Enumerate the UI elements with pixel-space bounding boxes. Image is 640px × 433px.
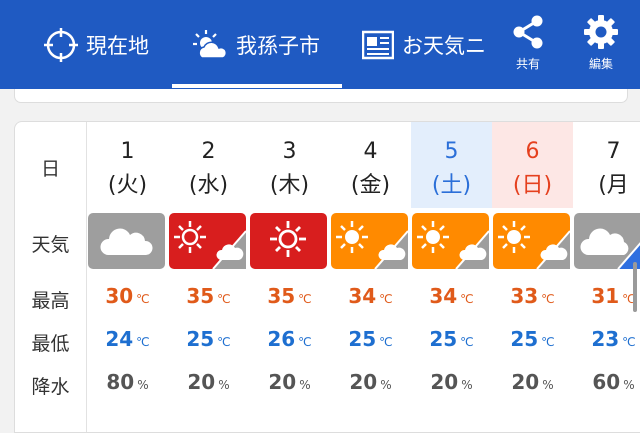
cloudy-rain-icon (574, 213, 640, 270)
high-temp: 35 ℃ (267, 284, 312, 308)
low-temp: 24 ℃ (105, 327, 150, 351)
day-column[interactable]: 4 (金) 34 ℃ 25 ℃ 20% (330, 122, 411, 432)
day-number: 3 (282, 139, 297, 164)
day-weekday: (金) (350, 173, 391, 198)
high-temp: 35 ℃ (186, 284, 231, 308)
precip-chance: 60% (592, 370, 635, 394)
precip-row-label: 降水 (31, 376, 70, 398)
high-row-label: 最高 (31, 290, 70, 312)
scrollbar-thumb[interactable] (633, 262, 637, 312)
low-temp: 25 ℃ (429, 327, 474, 351)
crosshair-icon (44, 27, 78, 62)
news-icon (362, 30, 394, 59)
row-labels: 日 天気 最高 最低 降水 (15, 122, 87, 432)
day-number: 4 (363, 139, 378, 164)
day-number: 5 (444, 139, 459, 164)
low-temp: 23 ℃ (591, 327, 636, 351)
day-weekday: (月 (598, 173, 629, 198)
precip-chance: 80% (106, 370, 149, 394)
day-weekday: (日) (512, 173, 553, 198)
app-header: 現在地 我孫子市 お天気ニ 共有 編集 (0, 0, 640, 89)
low-temp: 25 ℃ (510, 327, 555, 351)
tab-abiko[interactable]: 我孫子市 (192, 0, 320, 89)
edit-button[interactable]: 編集 (576, 14, 626, 72)
precip-chance: 20% (187, 370, 230, 394)
sunny-cloudy-icon (331, 213, 409, 270)
edit-label: 編集 (588, 57, 613, 71)
sunny-cloudy-hot-icon (169, 213, 247, 270)
precip-chance: 20% (349, 370, 392, 394)
precip-chance: 20% (430, 370, 473, 394)
sunny-cloudy-icon (412, 213, 490, 270)
day-column-saturday[interactable]: 5 (土) 34 ℃ 25 ℃ 20% (411, 122, 492, 432)
cloudy-icon (88, 213, 165, 269)
weather-row-label: 天気 (31, 234, 70, 256)
day-weekday: (火) (107, 173, 148, 198)
high-temp: 31 ℃ (591, 284, 636, 308)
day-column[interactable]: 3 (木) 35 ℃ 26 ℃ 20% (249, 122, 330, 432)
high-temp: 34 ℃ (348, 284, 393, 308)
tab-label: 現在地 (86, 33, 149, 58)
low-temp: 26 ℃ (267, 327, 312, 351)
day-number: 7 (606, 139, 621, 164)
day-weekday: (水) (188, 173, 229, 198)
share-button[interactable]: 共有 (503, 14, 553, 72)
high-temp: 34 ℃ (429, 284, 474, 308)
high-temp: 30 ℃ (105, 284, 150, 308)
day-column[interactable]: 1 (火) 30 ℃ 24 ℃ 80% (87, 122, 168, 432)
sunny-cloudy-icon (493, 213, 571, 270)
sunny-hot-icon (250, 213, 327, 269)
tab-label: お天気ニ (402, 33, 486, 58)
gear-icon (584, 15, 618, 49)
day-weekday: (木) (269, 173, 310, 198)
day-weekday: (土) (431, 173, 472, 198)
active-tab-indicator (172, 84, 342, 88)
day-row-label: 日 (40, 158, 60, 180)
share-label: 共有 (515, 57, 540, 71)
share-icon (513, 15, 543, 49)
day-column[interactable]: 7 (月 31 ℃ 23 ℃ 60% (573, 122, 640, 432)
tab-weather-news[interactable]: お天気ニ (362, 0, 486, 89)
day-column[interactable]: 2 (水) 35 ℃ 25 ℃ 20% (168, 122, 249, 432)
day-number: 6 (525, 139, 540, 164)
low-temp: 25 ℃ (186, 327, 231, 351)
day-number: 1 (120, 139, 135, 164)
tab-label: 我孫子市 (236, 33, 320, 58)
precip-chance: 20% (268, 370, 311, 394)
tab-current-location[interactable]: 現在地 (44, 0, 149, 89)
previous-card-edge (14, 89, 628, 103)
weekly-forecast-card: 日 天気 最高 最低 降水 1 (火) 30 ℃ 24 ℃ 80% 2 (水) 35… (14, 121, 640, 433)
low-row-label: 最低 (31, 333, 70, 355)
high-temp: 33 ℃ (510, 284, 555, 308)
day-column-sunday[interactable]: 6 (日) 33 ℃ 25 ℃ 20% (492, 122, 573, 432)
low-temp: 25 ℃ (348, 327, 393, 351)
precip-chance: 20% (511, 370, 554, 394)
day-number: 2 (201, 139, 216, 164)
partly-cloudy-icon (193, 29, 228, 59)
